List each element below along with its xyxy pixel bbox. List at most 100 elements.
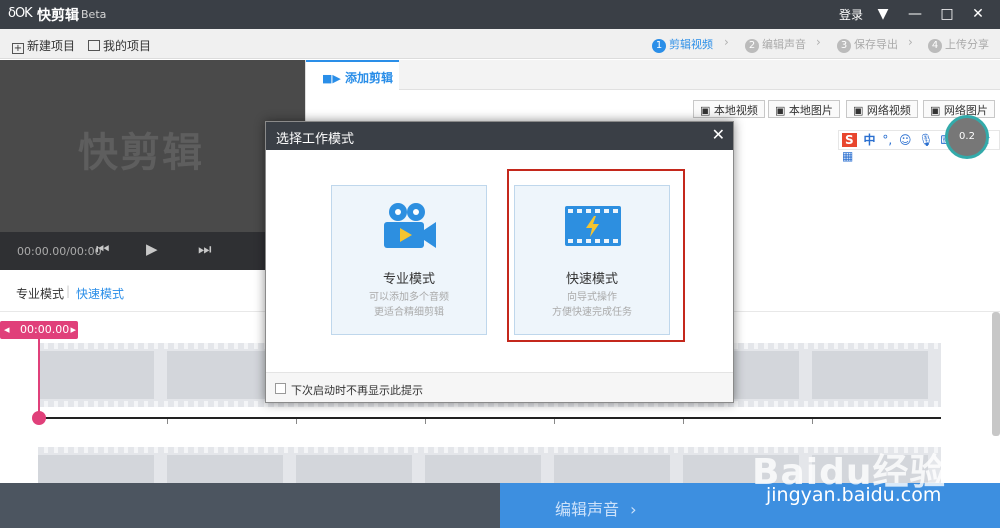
video-camera-icon: ■▶ bbox=[322, 72, 341, 85]
ime-punct: °, bbox=[882, 132, 893, 147]
my-project-label: 我的项目 bbox=[103, 39, 152, 53]
card-desc-line: 可以添加多个音频 bbox=[369, 292, 449, 303]
prev-frame-icon[interactable]: ⏮ bbox=[96, 240, 110, 258]
panel-tab-strip bbox=[306, 60, 1000, 90]
step-3[interactable]: 3 保存导出 bbox=[837, 36, 898, 53]
player-controls: 00:00.00/00:00 ⏮ ▶ ⏭ bbox=[0, 232, 305, 270]
login-link[interactable]: 登录 bbox=[839, 6, 863, 23]
step-number: 3 bbox=[837, 39, 851, 53]
track-frame bbox=[554, 455, 670, 483]
dont-show-label[interactable]: 下次启动时不再显示此提示 bbox=[291, 382, 423, 398]
vertical-scrollbar[interactable] bbox=[992, 312, 1000, 436]
step-1[interactable]: 1 剪辑视频 bbox=[652, 36, 713, 53]
button-label: 本地视频 bbox=[713, 104, 758, 117]
dont-show-checkbox[interactable] bbox=[275, 383, 286, 394]
step-number: 2 bbox=[745, 39, 759, 53]
preview-watermark: 快剪辑 bbox=[78, 130, 204, 176]
next-step-text: 编辑声音 bbox=[555, 500, 620, 519]
playhead-handle[interactable] bbox=[32, 411, 46, 425]
timeline-tick bbox=[296, 419, 297, 424]
playhead-time-tag[interactable]: ◂ 00:00.00 ▸ bbox=[0, 321, 78, 339]
chevron-right-icon: › bbox=[816, 35, 821, 49]
app-name: 快剪辑 bbox=[37, 8, 79, 24]
image-icon: ▣ bbox=[775, 104, 786, 117]
timeline-tick bbox=[554, 419, 555, 424]
button-label: 网络视频 bbox=[866, 104, 911, 117]
title-bar: δOK 快剪辑 Beta 登录 ▼ — □ ✕ bbox=[0, 0, 1000, 29]
new-project-button[interactable]: + 新建项目 bbox=[12, 37, 75, 54]
time-display: 00:00.00/00:00 bbox=[17, 245, 102, 258]
card-title: 专业模式 bbox=[382, 272, 435, 287]
step-4[interactable]: 4 上传分享 bbox=[928, 36, 989, 53]
next-frame-icon[interactable]: ⏭ bbox=[198, 240, 212, 258]
local-image-button[interactable]: ▣ 本地图片 bbox=[768, 100, 840, 118]
mode-separator: | bbox=[66, 284, 71, 298]
timeline-tick bbox=[683, 419, 684, 424]
chevron-right-icon: › bbox=[630, 500, 637, 519]
mode-pro-tab[interactable]: 专业模式 bbox=[16, 285, 64, 302]
menu-icon[interactable]: ▼ bbox=[873, 4, 893, 24]
speed-widget: 0.2 bbox=[945, 115, 989, 159]
track-frame bbox=[38, 351, 154, 399]
chevron-right-icon: › bbox=[908, 35, 913, 49]
close-icon[interactable]: ✕ bbox=[712, 125, 725, 144]
mic-icon: 🎙 bbox=[918, 132, 934, 147]
track-frame bbox=[38, 455, 154, 483]
card-desc-line: 更适合精细剪辑 bbox=[374, 307, 444, 318]
film-icon: ▣ bbox=[853, 104, 864, 117]
sogou-icon: S bbox=[842, 132, 857, 147]
card-description: 可以添加多个音频 更适合精细剪辑 bbox=[332, 290, 486, 320]
dialog-title: 选择工作模式 bbox=[276, 132, 355, 147]
next-step-label: 编辑声音 › bbox=[555, 496, 637, 520]
step-label: 上传分享 bbox=[945, 38, 989, 51]
my-project-button[interactable]: 我的项目 bbox=[88, 37, 151, 54]
track-frame bbox=[425, 455, 541, 483]
mode-select-dialog: 选择工作模式 ✕ 专业模式 可以添加多个音频 更适合精细剪辑 快速模式 向导式操… bbox=[265, 121, 734, 403]
tab-add-clip[interactable]: ■▶ 添加剪辑 bbox=[306, 60, 399, 92]
playhead-time: 00:00.00 bbox=[20, 323, 70, 336]
play-icon[interactable]: ▶ bbox=[146, 240, 158, 258]
toolbar: + 新建项目 我的项目 1 剪辑视频 › 2 编辑声音 › 3 保存导出 › 4 上传分享 bbox=[0, 29, 1000, 59]
folder-icon bbox=[88, 40, 100, 51]
tab-add-label: 添加剪辑 bbox=[345, 71, 394, 85]
playhead[interactable] bbox=[38, 339, 40, 417]
track-frame bbox=[296, 455, 412, 483]
grid-icon: ▦ bbox=[842, 148, 854, 163]
timeline-axis bbox=[38, 417, 941, 419]
step-label: 保存导出 bbox=[854, 38, 898, 51]
minimize-icon[interactable]: — bbox=[905, 4, 925, 24]
beta-label: Beta bbox=[81, 8, 107, 21]
dialog-footer: 下次启动时不再显示此提示 bbox=[266, 372, 733, 402]
timeline-tick bbox=[812, 419, 813, 424]
step-label: 剪辑视频 bbox=[669, 38, 713, 51]
maximize-icon[interactable]: □ bbox=[937, 4, 957, 24]
track-frame bbox=[167, 455, 283, 483]
ime-lang: 中 bbox=[863, 133, 876, 147]
step-label: 编辑声音 bbox=[762, 38, 806, 51]
track-frame bbox=[812, 351, 928, 399]
local-video-button[interactable]: ▣ 本地视频 bbox=[693, 100, 765, 118]
video-camera-icon bbox=[384, 203, 436, 248]
button-label: 本地图片 bbox=[788, 104, 833, 117]
timeline-tick bbox=[167, 419, 168, 424]
plus-icon: + bbox=[12, 43, 24, 54]
selection-highlight bbox=[507, 169, 685, 342]
video-preview: 快剪辑 bbox=[0, 60, 305, 232]
close-icon[interactable]: ✕ bbox=[968, 4, 988, 24]
pro-mode-card[interactable]: 专业模式 可以添加多个音频 更适合精细剪辑 bbox=[331, 185, 487, 335]
smile-icon: ☺ bbox=[898, 132, 912, 147]
step-number: 1 bbox=[652, 39, 666, 53]
mode-fast-tab[interactable]: 快速模式 bbox=[76, 285, 124, 302]
app-logo: δOK bbox=[8, 6, 33, 21]
new-project-label: 新建项目 bbox=[27, 39, 76, 53]
baidu-url: jingyan.baidu.com bbox=[766, 484, 942, 506]
step-number: 4 bbox=[928, 39, 942, 53]
bottom-bar-left bbox=[0, 483, 500, 528]
caret-left-icon: ◂ bbox=[4, 323, 10, 336]
timeline-tick bbox=[425, 419, 426, 424]
film-icon: ▣ bbox=[700, 104, 711, 117]
dialog-header: 选择工作模式 ✕ bbox=[266, 122, 733, 150]
chevron-right-icon: › bbox=[724, 35, 729, 49]
step-2[interactable]: 2 编辑声音 bbox=[745, 36, 806, 53]
web-video-button[interactable]: ▣ 网络视频 bbox=[846, 100, 918, 118]
